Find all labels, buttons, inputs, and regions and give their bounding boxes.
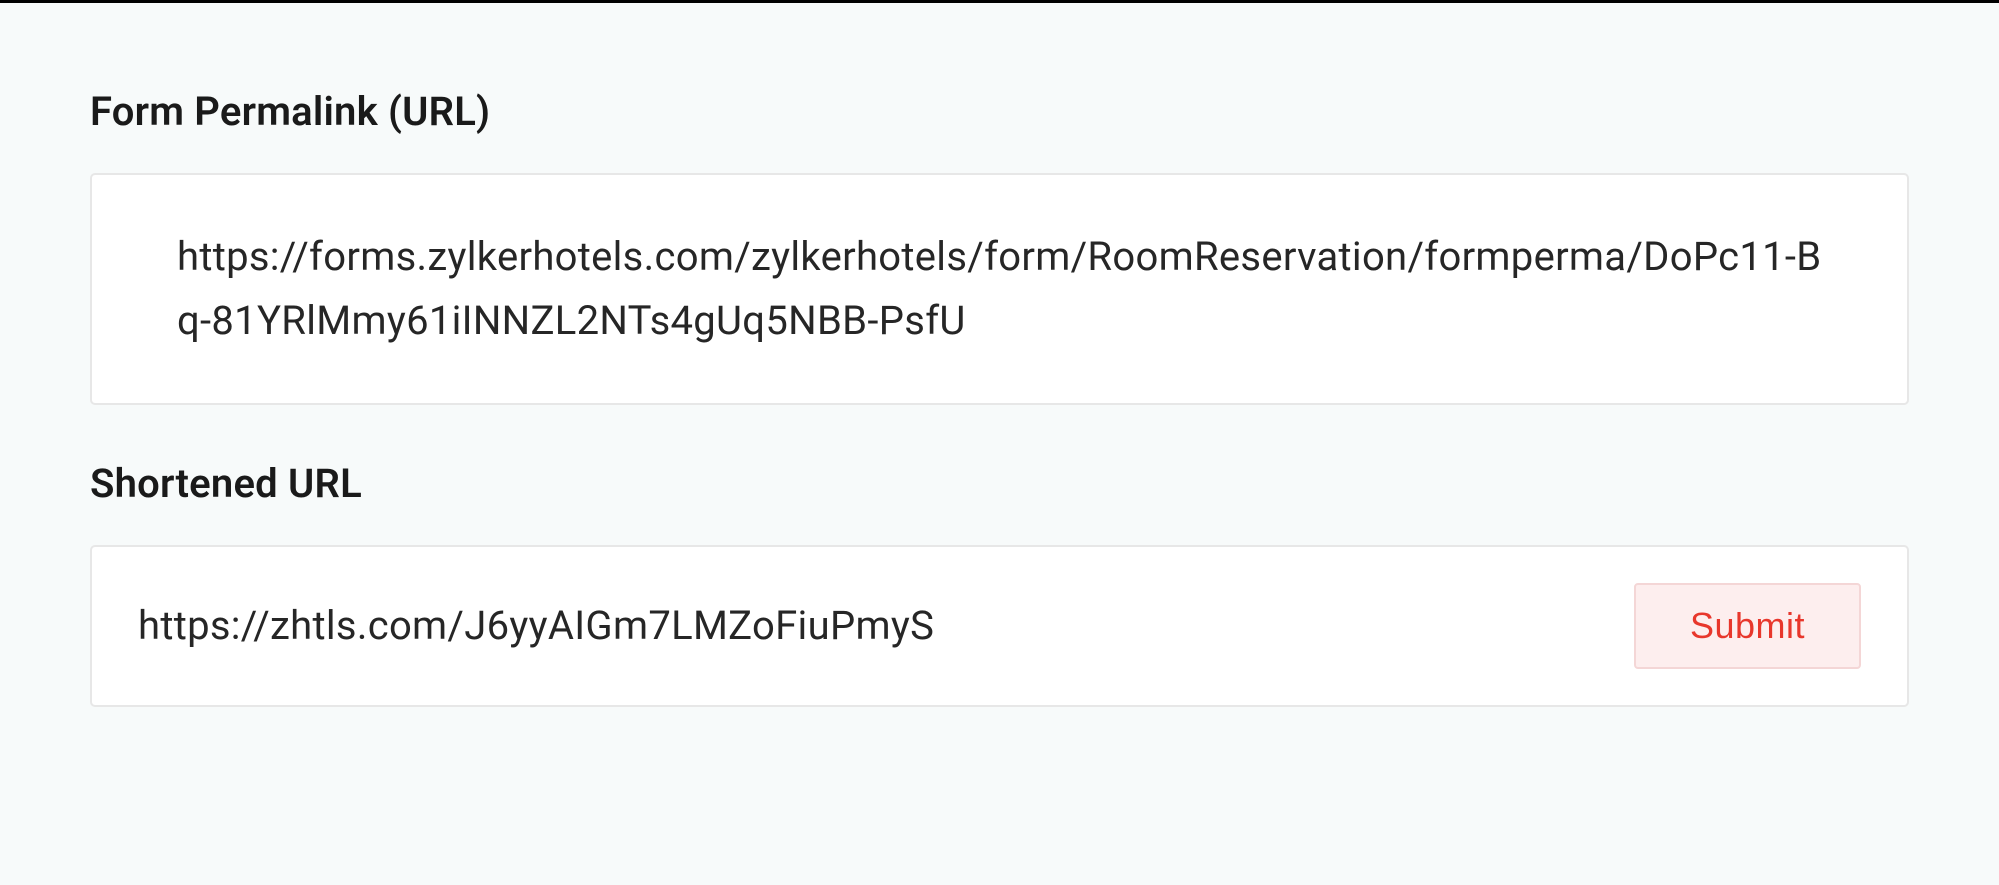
permalink-field[interactable]: https://forms.zylkerhotels.com/zylkerhot… xyxy=(90,173,1909,405)
submit-button[interactable]: Submit xyxy=(1634,583,1861,669)
shortened-section: Shortened URL https://zhtls.com/J6yyAIGm… xyxy=(90,460,1909,707)
permalink-label: Form Permalink (URL) xyxy=(90,88,1909,135)
permalink-section: Form Permalink (URL) https://forms.zylke… xyxy=(90,88,1909,405)
shortened-value[interactable]: https://zhtls.com/J6yyAIGm7LMZoFiuPmyS xyxy=(138,598,1604,654)
shortened-label: Shortened URL xyxy=(90,460,1909,507)
permalink-value: https://forms.zylkerhotels.com/zylkerhot… xyxy=(177,225,1822,353)
shortened-field: https://zhtls.com/J6yyAIGm7LMZoFiuPmyS S… xyxy=(90,545,1909,707)
